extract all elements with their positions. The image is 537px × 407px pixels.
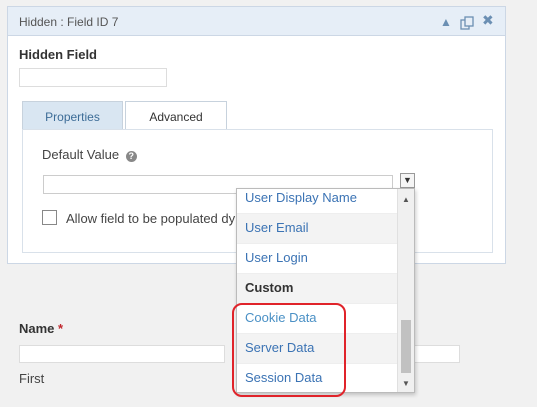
field-preview-input xyxy=(19,68,167,87)
merge-tag-user-email[interactable]: User Email xyxy=(237,214,398,244)
help-icon[interactable]: ? xyxy=(125,151,137,162)
name-field-label-text: Name xyxy=(19,321,55,336)
default-value-label-text: Default Value xyxy=(42,147,120,162)
scroll-down-icon[interactable]: ▼ xyxy=(398,379,414,388)
name-last-input xyxy=(414,345,460,363)
merge-tag-user-display-name[interactable]: User Display Name xyxy=(237,189,398,214)
panel-title: Hidden : Field ID 7 xyxy=(19,15,119,29)
name-first-input xyxy=(19,345,225,363)
merge-tag-group-custom: Custom xyxy=(237,274,398,304)
dropdown-scrollbar[interactable]: ▲ ▼ xyxy=(397,189,414,392)
close-icon[interactable]: ✖ xyxy=(482,13,494,27)
name-field-label: Name * xyxy=(19,321,63,336)
merge-tag-dropdown-icon[interactable]: ▼ xyxy=(400,173,415,188)
panel-header: Hidden : Field ID 7 ▲ ✖ xyxy=(8,7,505,36)
scrollbar-thumb[interactable] xyxy=(401,320,411,373)
allow-dynamic-population-checkbox[interactable] xyxy=(42,210,57,225)
tab-advanced[interactable]: Advanced xyxy=(125,101,227,132)
tab-properties[interactable]: Properties xyxy=(22,101,123,131)
field-label: Hidden Field xyxy=(19,47,97,62)
name-first-sublabel: First xyxy=(19,371,45,386)
required-mark: * xyxy=(58,321,64,336)
duplicate-icon[interactable] xyxy=(460,16,474,32)
merge-tag-user-login[interactable]: User Login xyxy=(237,244,398,274)
default-value-label: Default Value ? xyxy=(42,147,137,162)
collapse-icon[interactable]: ▲ xyxy=(440,16,452,28)
annotation-highlight xyxy=(232,303,346,397)
scroll-up-icon[interactable]: ▲ xyxy=(398,195,414,204)
